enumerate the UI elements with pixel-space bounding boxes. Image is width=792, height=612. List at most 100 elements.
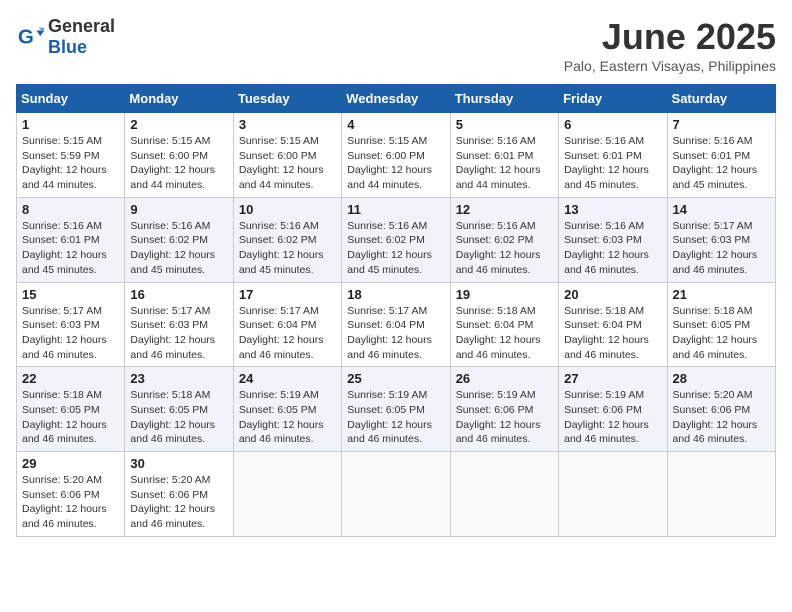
- table-row: 4 Sunrise: 5:15 AM Sunset: 6:00 PM Dayli…: [342, 113, 450, 198]
- logo-text: General Blue: [48, 16, 115, 58]
- table-row: 1 Sunrise: 5:15 AM Sunset: 5:59 PM Dayli…: [17, 113, 125, 198]
- header-saturday: Saturday: [667, 85, 775, 113]
- logo-blue: Blue: [48, 37, 87, 57]
- table-row: 27 Sunrise: 5:19 AM Sunset: 6:06 PM Dayl…: [559, 367, 667, 452]
- day-info: Sunrise: 5:19 AM Sunset: 6:05 PM Dayligh…: [239, 388, 336, 447]
- weekday-header-row: Sunday Monday Tuesday Wednesday Thursday…: [17, 85, 776, 113]
- day-number: 11: [347, 202, 444, 217]
- table-row: 21 Sunrise: 5:18 AM Sunset: 6:05 PM Dayl…: [667, 282, 775, 367]
- day-number: 18: [347, 287, 444, 302]
- day-number: 21: [673, 287, 770, 302]
- day-info: Sunrise: 5:19 AM Sunset: 6:05 PM Dayligh…: [347, 388, 444, 447]
- day-info: Sunrise: 5:15 AM Sunset: 6:00 PM Dayligh…: [239, 134, 336, 193]
- calendar-week-row: 15 Sunrise: 5:17 AM Sunset: 6:03 PM Dayl…: [17, 282, 776, 367]
- day-info: Sunrise: 5:17 AM Sunset: 6:03 PM Dayligh…: [130, 304, 227, 363]
- table-row: 10 Sunrise: 5:16 AM Sunset: 6:02 PM Dayl…: [233, 197, 341, 282]
- table-row: 9 Sunrise: 5:16 AM Sunset: 6:02 PM Dayli…: [125, 197, 233, 282]
- table-row: 25 Sunrise: 5:19 AM Sunset: 6:05 PM Dayl…: [342, 367, 450, 452]
- table-row: [450, 452, 558, 537]
- table-row: 20 Sunrise: 5:18 AM Sunset: 6:04 PM Dayl…: [559, 282, 667, 367]
- day-number: 12: [456, 202, 553, 217]
- table-row: 28 Sunrise: 5:20 AM Sunset: 6:06 PM Dayl…: [667, 367, 775, 452]
- logo: G General Blue: [16, 16, 115, 58]
- day-info: Sunrise: 5:17 AM Sunset: 6:03 PM Dayligh…: [673, 219, 770, 278]
- table-row: 22 Sunrise: 5:18 AM Sunset: 6:05 PM Dayl…: [17, 367, 125, 452]
- day-number: 22: [22, 371, 119, 386]
- calendar-week-row: 1 Sunrise: 5:15 AM Sunset: 5:59 PM Dayli…: [17, 113, 776, 198]
- day-info: Sunrise: 5:15 AM Sunset: 6:00 PM Dayligh…: [347, 134, 444, 193]
- table-row: [342, 452, 450, 537]
- day-info: Sunrise: 5:16 AM Sunset: 6:02 PM Dayligh…: [347, 219, 444, 278]
- day-info: Sunrise: 5:17 AM Sunset: 6:03 PM Dayligh…: [22, 304, 119, 363]
- table-row: 7 Sunrise: 5:16 AM Sunset: 6:01 PM Dayli…: [667, 113, 775, 198]
- table-row: 29 Sunrise: 5:20 AM Sunset: 6:06 PM Dayl…: [17, 452, 125, 537]
- logo-icon: G: [16, 23, 44, 51]
- title-area: June 2025 Palo, Eastern Visayas, Philipp…: [564, 16, 776, 74]
- table-row: 2 Sunrise: 5:15 AM Sunset: 6:00 PM Dayli…: [125, 113, 233, 198]
- month-title: June 2025: [564, 16, 776, 58]
- header-sunday: Sunday: [17, 85, 125, 113]
- logo-general: General: [48, 16, 115, 36]
- table-row: 26 Sunrise: 5:19 AM Sunset: 6:06 PM Dayl…: [450, 367, 558, 452]
- table-row: [559, 452, 667, 537]
- day-info: Sunrise: 5:18 AM Sunset: 6:04 PM Dayligh…: [564, 304, 661, 363]
- table-row: 18 Sunrise: 5:17 AM Sunset: 6:04 PM Dayl…: [342, 282, 450, 367]
- day-number: 28: [673, 371, 770, 386]
- day-number: 6: [564, 117, 661, 132]
- day-number: 17: [239, 287, 336, 302]
- day-info: Sunrise: 5:15 AM Sunset: 6:00 PM Dayligh…: [130, 134, 227, 193]
- table-row: 14 Sunrise: 5:17 AM Sunset: 6:03 PM Dayl…: [667, 197, 775, 282]
- table-row: 23 Sunrise: 5:18 AM Sunset: 6:05 PM Dayl…: [125, 367, 233, 452]
- day-info: Sunrise: 5:18 AM Sunset: 6:05 PM Dayligh…: [130, 388, 227, 447]
- day-info: Sunrise: 5:15 AM Sunset: 5:59 PM Dayligh…: [22, 134, 119, 193]
- day-number: 13: [564, 202, 661, 217]
- calendar-week-row: 22 Sunrise: 5:18 AM Sunset: 6:05 PM Dayl…: [17, 367, 776, 452]
- day-number: 16: [130, 287, 227, 302]
- day-number: 9: [130, 202, 227, 217]
- day-number: 14: [673, 202, 770, 217]
- day-info: Sunrise: 5:18 AM Sunset: 6:05 PM Dayligh…: [22, 388, 119, 447]
- header-monday: Monday: [125, 85, 233, 113]
- day-number: 19: [456, 287, 553, 302]
- table-row: 12 Sunrise: 5:16 AM Sunset: 6:02 PM Dayl…: [450, 197, 558, 282]
- header-tuesday: Tuesday: [233, 85, 341, 113]
- day-number: 26: [456, 371, 553, 386]
- day-info: Sunrise: 5:16 AM Sunset: 6:01 PM Dayligh…: [673, 134, 770, 193]
- table-row: 24 Sunrise: 5:19 AM Sunset: 6:05 PM Dayl…: [233, 367, 341, 452]
- day-number: 10: [239, 202, 336, 217]
- day-info: Sunrise: 5:16 AM Sunset: 6:01 PM Dayligh…: [456, 134, 553, 193]
- day-number: 8: [22, 202, 119, 217]
- table-row: 11 Sunrise: 5:16 AM Sunset: 6:02 PM Dayl…: [342, 197, 450, 282]
- day-number: 1: [22, 117, 119, 132]
- day-info: Sunrise: 5:16 AM Sunset: 6:03 PM Dayligh…: [564, 219, 661, 278]
- table-row: [233, 452, 341, 537]
- day-number: 4: [347, 117, 444, 132]
- table-row: 3 Sunrise: 5:15 AM Sunset: 6:00 PM Dayli…: [233, 113, 341, 198]
- day-info: Sunrise: 5:20 AM Sunset: 6:06 PM Dayligh…: [673, 388, 770, 447]
- day-number: 29: [22, 456, 119, 471]
- svg-text:G: G: [18, 26, 34, 49]
- day-number: 23: [130, 371, 227, 386]
- day-info: Sunrise: 5:17 AM Sunset: 6:04 PM Dayligh…: [239, 304, 336, 363]
- day-number: 2: [130, 117, 227, 132]
- table-row: 13 Sunrise: 5:16 AM Sunset: 6:03 PM Dayl…: [559, 197, 667, 282]
- table-row: 30 Sunrise: 5:20 AM Sunset: 6:06 PM Dayl…: [125, 452, 233, 537]
- table-row: 19 Sunrise: 5:18 AM Sunset: 6:04 PM Dayl…: [450, 282, 558, 367]
- day-number: 5: [456, 117, 553, 132]
- day-info: Sunrise: 5:19 AM Sunset: 6:06 PM Dayligh…: [456, 388, 553, 447]
- header-wednesday: Wednesday: [342, 85, 450, 113]
- calendar-week-row: 29 Sunrise: 5:20 AM Sunset: 6:06 PM Dayl…: [17, 452, 776, 537]
- day-number: 27: [564, 371, 661, 386]
- day-info: Sunrise: 5:16 AM Sunset: 6:02 PM Dayligh…: [239, 219, 336, 278]
- table-row: 8 Sunrise: 5:16 AM Sunset: 6:01 PM Dayli…: [17, 197, 125, 282]
- day-info: Sunrise: 5:20 AM Sunset: 6:06 PM Dayligh…: [22, 473, 119, 532]
- day-number: 3: [239, 117, 336, 132]
- table-row: [667, 452, 775, 537]
- day-number: 20: [564, 287, 661, 302]
- day-info: Sunrise: 5:16 AM Sunset: 6:02 PM Dayligh…: [130, 219, 227, 278]
- day-number: 25: [347, 371, 444, 386]
- table-row: 5 Sunrise: 5:16 AM Sunset: 6:01 PM Dayli…: [450, 113, 558, 198]
- day-number: 7: [673, 117, 770, 132]
- location-subtitle: Palo, Eastern Visayas, Philippines: [564, 58, 776, 74]
- day-info: Sunrise: 5:18 AM Sunset: 6:04 PM Dayligh…: [456, 304, 553, 363]
